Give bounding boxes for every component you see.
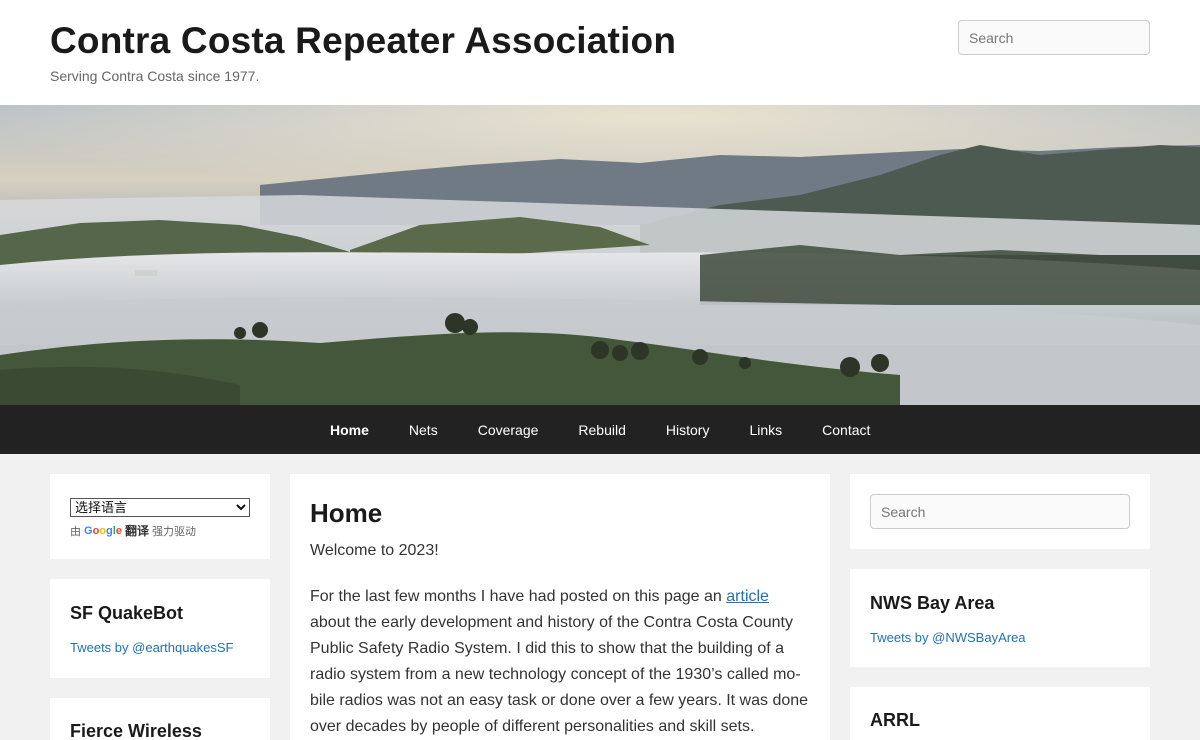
paragraph-lead: For the last few months I have had poste… (310, 588, 727, 605)
header-search-input[interactable] (958, 20, 1150, 55)
page-title: Home (310, 498, 383, 528)
fierce-wireless-title: Fierce Wireless (70, 721, 202, 740)
nav-item-nets[interactable]: Nets (389, 422, 458, 438)
nav-menu: Home Nets Coverage Rebuild History Links… (310, 405, 890, 454)
article-link[interactable]: article (726, 588, 769, 605)
sidebar-search-widget (850, 474, 1150, 549)
paragraph-rest: about the early development and history … (310, 614, 809, 735)
nws-title: NWS Bay Area (870, 593, 995, 613)
arrl-widget: ARRL (850, 687, 1150, 740)
site-title[interactable]: Contra Costa Repeater Association (50, 20, 676, 62)
nws-widget: NWS Bay Area Tweets by @NWSBayArea (850, 569, 1150, 667)
article-paragraph: For the last few months I have had poste… (310, 584, 810, 740)
google-logo[interactable]: Google (84, 525, 122, 537)
language-select[interactable]: 选择语言 (70, 498, 250, 517)
translate-widget: 选择语言 由 Google 翻译 强力驱动 (50, 474, 270, 559)
arrl-title: ARRL (870, 710, 920, 730)
site-header: Contra Costa Repeater Association Servin… (0, 0, 1200, 105)
welcome-text: Welcome to 2023! (310, 542, 439, 559)
powered-prefix: 由 (70, 525, 81, 538)
powered-suffix: 强力驱动 (151, 525, 196, 538)
quakebot-title: SF QuakeBot (70, 603, 184, 623)
site-tagline: Serving Contra Costa since 1977. (50, 68, 260, 84)
quakebot-tweets-link[interactable]: Tweets by @earthquakesSF (70, 640, 234, 655)
quakebot-widget: SF QuakeBot Tweets by @earthquakesSF (50, 579, 270, 678)
main-navigation: Home Nets Coverage Rebuild History Links… (0, 405, 1200, 454)
nav-item-home[interactable]: Home (310, 422, 389, 438)
translate-link[interactable]: 翻译 (125, 522, 149, 539)
nav-item-history[interactable]: History (646, 422, 730, 438)
article-body: Welcome to 2023! For the last few months… (310, 538, 810, 740)
nws-tweets-link[interactable]: Tweets by @NWSBayArea (870, 630, 1026, 645)
nav-item-coverage[interactable]: Coverage (458, 422, 559, 438)
nav-item-contact[interactable]: Contact (802, 422, 890, 438)
nav-item-links[interactable]: Links (729, 422, 802, 438)
sidebar-search-input[interactable] (870, 494, 1130, 529)
powered-by-google: 由 Google 翻译 强力驱动 (70, 522, 196, 539)
fierce-wireless-widget: Fierce Wireless (50, 698, 270, 740)
main-content: Home Welcome to 2023! For the last few m… (290, 474, 830, 740)
nav-item-rebuild[interactable]: Rebuild (558, 422, 645, 438)
hero-landscape-image (0, 105, 1200, 405)
